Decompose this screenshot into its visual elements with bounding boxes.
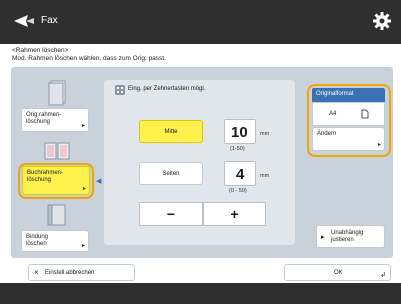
- arrow-icon: ▸: [81, 243, 85, 249]
- selected-pointer-icon: ◀: [96, 178, 102, 185]
- book-frame-icon: [44, 142, 70, 160]
- original-frame-erase-button[interactable]: Orig.rahmen- löschung ▸: [21, 108, 89, 132]
- center-value-field[interactable]: 10: [224, 119, 256, 144]
- change-format-button[interactable]: Ändern ▸: [312, 127, 385, 151]
- title-bar: Fax: [0, 0, 401, 44]
- screen-title: Fax: [41, 15, 58, 26]
- arrow-left-icon: ▸: [321, 234, 325, 241]
- instruction-title: <Rahmen löschen>: [12, 47, 69, 54]
- minus-button[interactable]: −: [139, 202, 203, 226]
- original-frame-icon: [48, 80, 66, 106]
- fax-icon: [14, 15, 34, 27]
- gear-icon[interactable]: [372, 11, 392, 31]
- arrow-icon: ▸: [377, 142, 381, 148]
- status-bar: [0, 283, 401, 304]
- book-frame-erase-button[interactable]: Buchrahmen- löschung ▸: [22, 166, 90, 195]
- close-icon: ×: [34, 268, 39, 277]
- portrait-page-icon: [361, 109, 369, 119]
- side-value-field[interactable]: 4: [224, 161, 256, 186]
- arrow-icon: ▸: [82, 186, 86, 192]
- independent-adjust-button[interactable]: ▸ Unabhängig justieren: [316, 225, 385, 248]
- center-range: (1-50): [230, 146, 245, 152]
- center-select-button[interactable]: Mitte: [139, 120, 203, 143]
- center-unit: mm: [260, 131, 270, 137]
- enter-icon: ↲: [380, 272, 386, 279]
- instruction-text: <Rahmen löschen> Mod. Rahmen löschen wäh…: [12, 47, 166, 63]
- ok-button[interactable]: OK ↲: [284, 264, 391, 281]
- side-unit: mm: [260, 173, 270, 179]
- cancel-settings-button[interactable]: × Einstell.abbrechen: [28, 264, 135, 281]
- instruction-body: Mod. Rahmen löschen wählen, dass zum Ori…: [12, 55, 166, 62]
- arrow-icon: ▸: [81, 123, 85, 129]
- plus-button[interactable]: +: [203, 202, 266, 226]
- keypad-icon: [115, 85, 125, 95]
- binding-icon: [47, 204, 66, 226]
- side-select-button[interactable]: Seiten: [139, 162, 203, 185]
- keypad-hint: Eing. per Zehnertasten mögl.: [128, 86, 206, 92]
- binding-erase-button[interactable]: Bindung löschen ▸: [21, 230, 89, 252]
- original-format-value: A4: [312, 102, 385, 126]
- original-format-header: Originalformat: [312, 88, 385, 102]
- side-range: (0 - 50): [229, 188, 247, 194]
